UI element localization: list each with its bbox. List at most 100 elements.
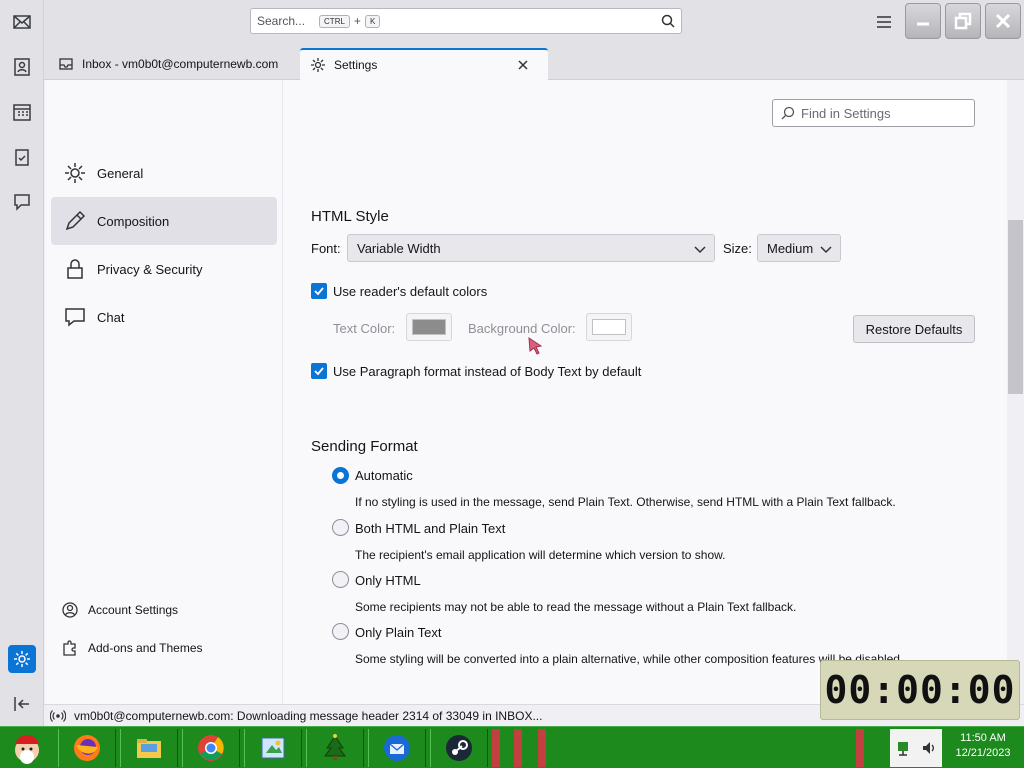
tab-label: Inbox - vm0b0t@computernewb.com: [82, 57, 279, 71]
chevron-down-icon: [694, 246, 706, 254]
radio-only-html-description: Some recipients may not be able to read …: [355, 600, 797, 614]
minimize-button[interactable]: [905, 3, 941, 39]
use-paragraph-label: Use Paragraph format instead of Body Tex…: [333, 364, 642, 379]
chat-bubble-icon: [65, 308, 85, 327]
account-settings-link[interactable]: Account Settings: [61, 598, 178, 622]
search-icon: [781, 106, 795, 120]
find-in-settings-input[interactable]: Find in Settings: [772, 99, 975, 127]
radio-both-label: Both HTML and Plain Text: [355, 521, 506, 536]
taskbar-window-strip[interactable]: [538, 729, 546, 767]
online-status-icon[interactable]: [50, 708, 66, 724]
size-label: Size:: [723, 241, 752, 256]
steam-icon: [446, 735, 472, 761]
taskbar-window-strip[interactable]: [856, 729, 864, 767]
close-window-button[interactable]: [985, 3, 1021, 39]
gear-icon: [311, 58, 325, 72]
chat-icon[interactable]: [8, 188, 36, 216]
taskbar-window-strip[interactable]: [492, 729, 500, 767]
network-icon[interactable]: [896, 739, 910, 757]
radio-only-html-label: Only HTML: [355, 573, 421, 588]
shortcut-plus: +: [353, 14, 361, 28]
taskbar-clock[interactable]: 11:50 AM 12/21/2023: [945, 731, 1021, 767]
text-color-picker[interactable]: [406, 313, 452, 341]
tasks-icon[interactable]: [8, 143, 36, 171]
radio-automatic-description: If no styling is used in the message, se…: [355, 495, 896, 509]
settings-page: General Composition Privacy & Security C…: [45, 80, 1007, 704]
taskbar-window-strip[interactable]: [514, 729, 522, 767]
volume-icon[interactable]: [921, 739, 937, 757]
lock-icon: [67, 259, 83, 279]
hamburger-icon: [877, 16, 891, 28]
firefox-icon: [74, 735, 100, 761]
font-select[interactable]: Variable Width: [347, 234, 715, 262]
nav-label: Chat: [97, 309, 125, 325]
addons-themes-link[interactable]: Add-ons and Themes: [61, 636, 203, 660]
scrollbar-thumb[interactable]: [1008, 220, 1023, 394]
nav-item-privacy[interactable]: Privacy & Security: [51, 245, 277, 293]
thunderbird-icon: [384, 735, 410, 761]
taskbar-thunderbird[interactable]: [368, 729, 426, 767]
inbox-icon: [59, 58, 73, 70]
radio-automatic-label: Automatic: [355, 468, 413, 483]
mail-icon[interactable]: [8, 8, 36, 36]
tab-label: Settings: [334, 58, 378, 72]
taskbar-steam[interactable]: [430, 729, 488, 767]
nav-item-chat[interactable]: Chat: [51, 293, 277, 341]
start-button[interactable]: [2, 729, 52, 767]
text-color-label: Text Color:: [333, 321, 396, 336]
addons-themes-label: Add-ons and Themes: [88, 641, 203, 655]
taskbar-chrome[interactable]: [182, 729, 240, 767]
christmas-tree-icon: [324, 734, 346, 760]
background-color-sample: [592, 319, 626, 335]
restore-button[interactable]: [945, 3, 981, 39]
tab-settings[interactable]: Settings: [300, 48, 548, 80]
santa-start-icon: [15, 735, 39, 764]
taskbar-paint[interactable]: [244, 729, 302, 767]
checkmark-icon: [314, 367, 324, 376]
timer-widget: 00:00:00: [820, 660, 1020, 720]
background-color-label: Background Color:: [468, 321, 576, 336]
account-icon: [62, 602, 78, 618]
nav-item-general[interactable]: General: [51, 149, 277, 197]
calendar-icon[interactable]: [8, 98, 36, 126]
close-tab-icon[interactable]: [516, 58, 530, 72]
puzzle-icon: [63, 640, 76, 656]
tab-inbox[interactable]: Inbox - vm0b0t@computernewb.com: [48, 48, 296, 80]
settings-nav: General Composition Privacy & Security C…: [45, 80, 283, 704]
title-bar: Search... CTRL + K: [44, 0, 1024, 44]
app-menu-button[interactable]: [872, 10, 896, 34]
use-paragraph-checkbox[interactable]: [311, 363, 327, 379]
shortcut-key-k: K: [364, 14, 381, 28]
shortcut-key-ctrl: CTRL: [319, 14, 350, 28]
paint-icon: [261, 737, 285, 759]
pencil-icon: [65, 210, 86, 231]
checkmark-icon: [314, 287, 324, 296]
restore-defaults-button[interactable]: Restore Defaults: [853, 315, 975, 343]
taskbar: 11:50 AM 12/21/2023: [0, 726, 1024, 768]
taskbar-christmas-tree[interactable]: [306, 729, 364, 767]
radio-only-plain-text[interactable]: [332, 623, 349, 640]
address-book-icon[interactable]: [8, 53, 36, 81]
text-color-sample: [412, 319, 446, 335]
nav-item-composition[interactable]: Composition: [51, 197, 277, 245]
collapse-sidebar-icon[interactable]: [8, 690, 36, 718]
account-settings-label: Account Settings: [88, 603, 179, 617]
close-icon: [995, 13, 1011, 29]
taskbar-file-explorer[interactable]: [120, 729, 178, 767]
radio-automatic[interactable]: [332, 467, 349, 484]
radio-both-html-plain[interactable]: [332, 519, 349, 536]
tab-strip: Inbox - vm0b0t@computernewb.com Settings: [44, 44, 1024, 80]
radio-only-plain-label: Only Plain Text: [355, 625, 442, 640]
taskbar-firefox[interactable]: [58, 729, 116, 767]
global-search-input[interactable]: Search... CTRL + K: [250, 8, 682, 34]
settings-gear-icon[interactable]: [8, 645, 36, 673]
nav-label: General: [97, 165, 144, 181]
size-select[interactable]: Medium: [757, 234, 841, 262]
size-value: Medium: [767, 240, 814, 256]
radio-both-description: The recipient's email application will d…: [355, 548, 726, 562]
background-color-picker[interactable]: [586, 313, 632, 341]
clock-time: 11:50 AM: [960, 732, 1006, 744]
radio-only-html[interactable]: [332, 571, 349, 588]
spaces-toolbar: [0, 0, 44, 726]
use-reader-colors-checkbox[interactable]: [311, 283, 327, 299]
